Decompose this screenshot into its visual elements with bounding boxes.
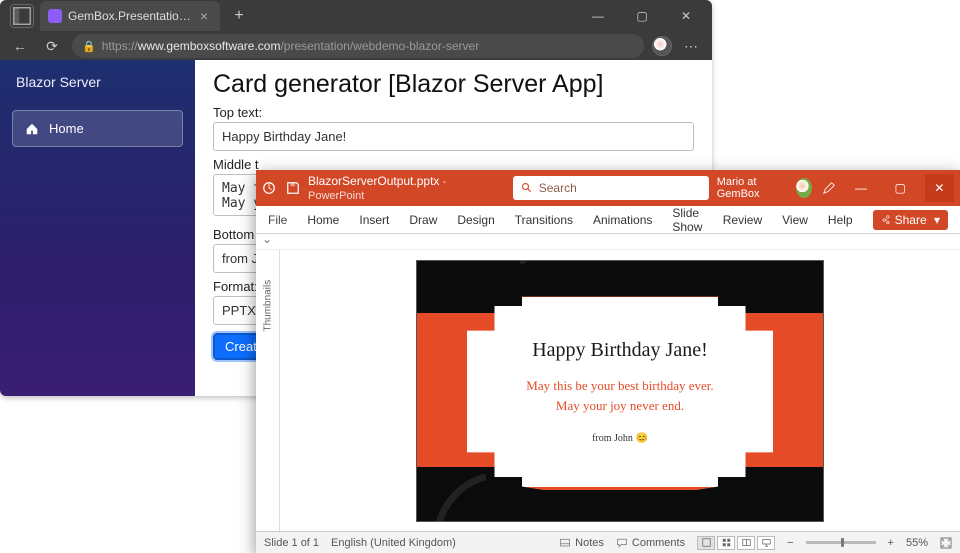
thumbnail-pane[interactable]: Thumbnails (256, 250, 280, 531)
browser-chrome: GemBox.Presentation in Blazor a × + ― ▢ … (0, 0, 712, 60)
collapse-ribbon-icon[interactable]: ⌄ (262, 232, 272, 246)
pp-body: Thumbnails Happy Birthday Jane! May this… (256, 250, 960, 531)
zoom-slider[interactable] (806, 541, 876, 544)
slide-bottom: from John 😊 (592, 433, 648, 444)
browser-tab[interactable]: GemBox.Presentation in Blazor a × (40, 1, 220, 31)
top-text-label: Top text: (213, 105, 694, 120)
pp-titlebar-right: Mario at GemBox ― ▢ ✕ (717, 174, 954, 202)
comments-toggle[interactable]: Comments (616, 537, 685, 549)
sidebar-item-label: Home (49, 121, 84, 136)
tab-review[interactable]: Review (723, 213, 762, 227)
home-icon (25, 122, 39, 136)
slide-counter: Slide 1 of 1 (264, 537, 319, 549)
pp-minimize-button[interactable]: ― (846, 174, 875, 202)
tab-close-icon[interactable]: × (200, 8, 208, 24)
tab-transitions[interactable]: Transitions (515, 213, 573, 227)
slide-middle: May this be your best birthday ever.May … (526, 376, 713, 415)
tab-favicon (48, 9, 62, 23)
pp-titlebar: BlazorServerOutput.pptx - PowerPoint Sea… (256, 170, 960, 206)
lock-icon: 🔒 (82, 40, 96, 53)
pp-search-box[interactable]: Search (513, 176, 709, 200)
plaque: Happy Birthday Jane! May this be your be… (467, 297, 773, 487)
more-menu-icon[interactable]: ⋯ (680, 38, 704, 55)
tab-title: GemBox.Presentation in Blazor a (68, 9, 194, 23)
slideshow-view-icon[interactable] (757, 536, 775, 550)
normal-view-icon[interactable] (697, 536, 715, 550)
close-button[interactable]: ✕ (664, 1, 708, 31)
pp-user-name: Mario at GemBox (717, 176, 786, 200)
minimize-button[interactable]: ― (576, 1, 620, 31)
back-button[interactable]: ← (8, 38, 32, 54)
pp-close-button[interactable]: ✕ (925, 174, 954, 202)
zoom-in-icon[interactable]: + (888, 537, 894, 549)
page-title: Card generator [Blazor Server App] (213, 70, 694, 99)
fit-to-window-icon[interactable] (940, 537, 952, 549)
app-brand: Blazor Server (0, 60, 195, 104)
sorter-view-icon[interactable] (717, 536, 735, 550)
slide-canvas[interactable]: Happy Birthday Jane! May this be your be… (280, 250, 960, 531)
url-scheme: https:// (102, 39, 138, 53)
window-controls: ― ▢ ✕ (576, 1, 708, 31)
tab-animations[interactable]: Animations (593, 213, 652, 227)
top-text-input[interactable] (213, 122, 694, 151)
pp-user-avatar[interactable] (796, 178, 812, 198)
reading-view-icon[interactable] (737, 536, 755, 550)
notes-toggle[interactable]: Notes (559, 537, 604, 549)
profile-avatar[interactable] (652, 36, 672, 56)
url-host: www.gemboxsoftware.com (138, 39, 281, 53)
status-bar: Slide 1 of 1 English (United Kingdom) No… (256, 531, 960, 553)
pp-maximize-button[interactable]: ▢ (886, 174, 915, 202)
share-button[interactable]: Share ▾ (873, 210, 948, 230)
tab-insert[interactable]: Insert (359, 213, 389, 227)
view-buttons (697, 536, 775, 550)
autosave-icon[interactable] (262, 181, 276, 195)
slide-title: Happy Birthday Jane! (532, 339, 708, 362)
save-icon[interactable] (286, 181, 300, 195)
pen-icon[interactable] (822, 181, 836, 195)
tab-slideshow[interactable]: Slide Show (672, 206, 702, 234)
language-status[interactable]: English (United Kingdom) (331, 537, 456, 549)
app-sidebar: Blazor Server Home (0, 60, 195, 396)
ribbon-tabs: File Home Insert Draw Design Transitions… (256, 206, 960, 234)
tab-draw[interactable]: Draw (409, 213, 437, 227)
search-icon (521, 182, 533, 194)
url-path: /presentation/webdemo-blazor-server (280, 39, 479, 53)
powerpoint-window: BlazorServerOutput.pptx - PowerPoint Sea… (256, 170, 960, 553)
tab-actions-icon[interactable] (10, 4, 34, 28)
zoom-out-icon[interactable]: − (787, 537, 793, 549)
new-tab-button[interactable]: + (226, 3, 252, 29)
tab-help[interactable]: Help (828, 213, 853, 227)
address-bar[interactable]: 🔒 https://www.gemboxsoftware.com/present… (72, 34, 644, 58)
tab-view[interactable]: View (782, 213, 808, 227)
thumbnails-label: Thumbnails (263, 308, 274, 332)
tab-bar: GemBox.Presentation in Blazor a × + ― ▢ … (0, 0, 712, 32)
quick-access-toolbar (262, 181, 300, 195)
tab-design[interactable]: Design (457, 213, 494, 227)
refresh-button[interactable]: ⟳ (40, 38, 64, 55)
ribbon-collapsed: ⌄ (256, 234, 960, 250)
tab-file[interactable]: File (268, 213, 287, 227)
sidebar-item-home[interactable]: Home (12, 110, 183, 147)
zoom-level[interactable]: 55% (906, 537, 928, 549)
pp-filename: BlazorServerOutput.pptx - PowerPoint (308, 174, 477, 202)
address-row: ← ⟳ 🔒 https://www.gemboxsoftware.com/pre… (0, 32, 712, 60)
pp-search-placeholder: Search (539, 181, 577, 195)
tab-home[interactable]: Home (307, 213, 339, 227)
maximize-button[interactable]: ▢ (620, 1, 664, 31)
smile-icon: 😊 (635, 433, 647, 444)
slide: Happy Birthday Jane! May this be your be… (417, 261, 823, 521)
